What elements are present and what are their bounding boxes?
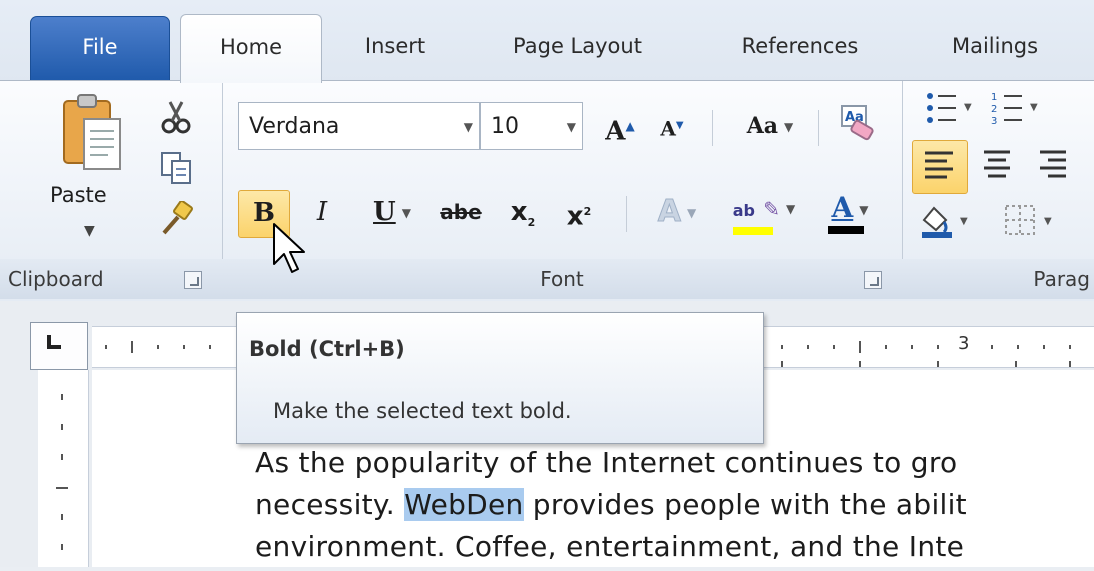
paragraph-group-label: Parag <box>902 259 1094 299</box>
tooltip-title: Bold (Ctrl+B) <box>249 337 405 361</box>
tab-file[interactable]: File <box>30 16 170 81</box>
paste-dropdown-arrow[interactable]: ▼ <box>84 223 95 239</box>
chevron-down-icon: ▼ <box>401 206 411 220</box>
separator <box>626 196 627 232</box>
svg-text:1: 1 <box>991 92 997 103</box>
strikethrough-button[interactable]: abe <box>432 190 490 234</box>
text-highlight-color-button[interactable]: ab ✎ ▼ <box>722 186 806 235</box>
paste-icon <box>63 94 121 170</box>
document-line-2[interactable]: necessity. WebDen provides people with t… <box>255 488 967 521</box>
separator <box>712 110 713 146</box>
clipboard-group: Paste ▼ Clipboard <box>0 81 223 299</box>
separator <box>818 110 819 146</box>
vertical-ruler[interactable] <box>38 370 89 567</box>
vertical-ruler-ticks <box>56 394 68 550</box>
font-color-icon: A <box>827 186 864 234</box>
chevron-down-icon: ▼ <box>786 201 796 216</box>
svg-text:3: 3 <box>991 116 997 127</box>
align-right-icon[interactable] <box>1034 146 1074 186</box>
svg-text:▼: ▼ <box>964 102 972 113</box>
font-size-value: 10 <box>491 114 519 139</box>
chevron-down-icon: ▼ <box>784 120 794 134</box>
cut-icon[interactable] <box>158 99 194 135</box>
paste-label[interactable]: Paste <box>50 183 107 207</box>
svg-text:▼: ▼ <box>1030 102 1038 113</box>
svg-text:▼: ▼ <box>960 216 968 227</box>
change-case-button[interactable]: Aa ▼ <box>730 104 810 148</box>
svg-text:▼: ▼ <box>1044 216 1052 227</box>
tab-insert[interactable]: Insert <box>335 20 455 74</box>
ribbon-tab-bar: File Home Insert Page Layout References … <box>0 0 1094 83</box>
format-painter-icon[interactable] <box>158 200 194 237</box>
align-center-icon[interactable] <box>978 146 1018 186</box>
left-tab-icon <box>47 335 61 349</box>
selected-text[interactable]: WebDen <box>404 488 524 521</box>
mouse-pointer-icon <box>270 222 310 278</box>
align-left-icon <box>925 151 953 179</box>
bold-tooltip: Bold (Ctrl+B) Make the selected text bol… <box>236 312 764 444</box>
align-left-button[interactable] <box>912 140 968 194</box>
chevron-down-icon[interactable]: ▼ <box>567 103 576 151</box>
font-color-button[interactable]: A ▼ <box>812 186 888 234</box>
clear-formatting-icon: Aa <box>841 105 874 141</box>
numbering-icon[interactable]: 1 2 3 ▼ <box>990 88 1038 128</box>
tab-selector-button[interactable] <box>30 322 88 370</box>
font-size-combo[interactable]: 10 ▼ <box>480 102 583 150</box>
tab-page-layout[interactable]: Page Layout <box>470 20 685 74</box>
tab-references[interactable]: References <box>710 20 890 74</box>
tab-mailings[interactable]: Mailings <box>915 20 1075 74</box>
clipboard-dialog-launcher-icon[interactable] <box>184 271 202 289</box>
svg-text:2: 2 <box>991 104 997 115</box>
font-name-combo[interactable]: Verdana ▼ <box>238 102 480 150</box>
shrink-font-button[interactable]: A▼ <box>648 104 696 148</box>
bullets-icon[interactable]: ▼ <box>924 88 972 128</box>
borders-icon[interactable]: ▼ <box>1000 200 1066 240</box>
document-line-1[interactable]: As the popularity of the Internet contin… <box>255 446 957 479</box>
underline-button[interactable]: U ▼ <box>352 190 432 234</box>
clear-formatting-button[interactable]: Aa <box>832 102 880 146</box>
chevron-down-icon[interactable]: ▼ <box>464 103 473 151</box>
superscript-button[interactable]: x2 <box>556 190 602 234</box>
font-group-label: Font <box>222 259 902 299</box>
document-line-3[interactable]: environment. Coffee, entertainment, and … <box>255 530 964 563</box>
paste-button[interactable] <box>58 91 121 171</box>
shading-icon[interactable]: ▼ <box>918 200 978 240</box>
tab-home[interactable]: Home <box>180 14 322 83</box>
chevron-down-icon: ▼ <box>859 202 869 217</box>
font-name-value: Verdana <box>249 114 340 139</box>
tooltip-description: Make the selected text bold. <box>273 399 572 423</box>
font-dialog-launcher-icon[interactable] <box>864 271 882 289</box>
text-effects-button[interactable]: A ▼ <box>640 190 714 234</box>
ruler-number: 3 <box>958 333 970 354</box>
chevron-down-icon: ▼ <box>686 205 697 220</box>
highlighter-icon: ab <box>732 189 773 235</box>
copy-icon[interactable] <box>158 149 194 185</box>
grow-font-button[interactable]: A▲ <box>595 104 645 148</box>
subscript-button[interactable]: x2 <box>500 190 546 234</box>
